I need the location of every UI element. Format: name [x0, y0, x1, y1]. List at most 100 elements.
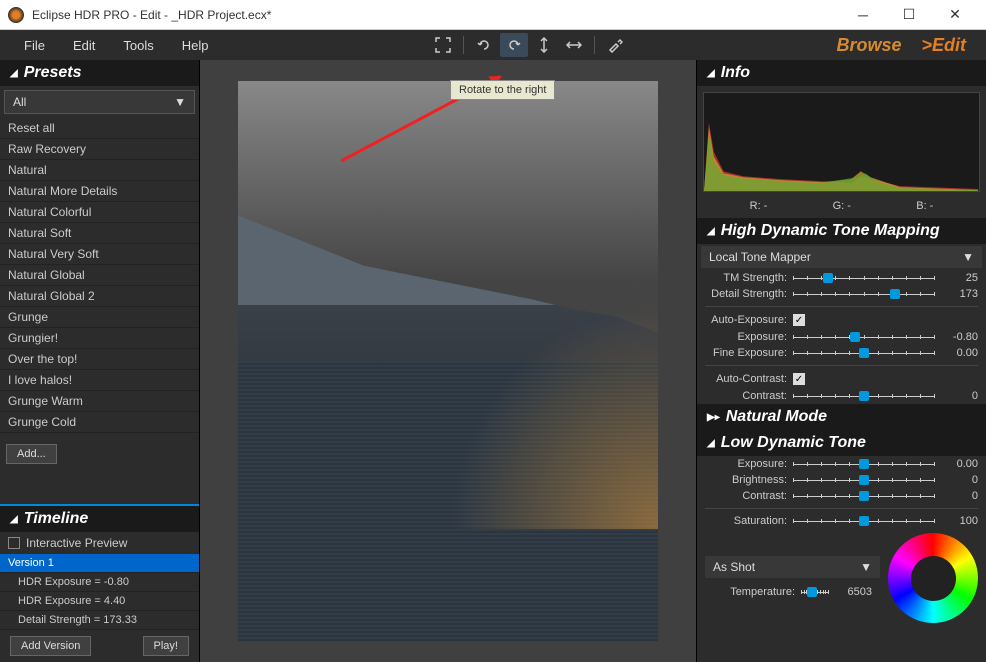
natural-mode-header[interactable]: ▸Natural Mode: [697, 404, 986, 430]
slider-thumb[interactable]: [807, 587, 817, 597]
slider-thumb[interactable]: [859, 475, 869, 485]
toolbar-tooltip: Rotate to the right: [450, 80, 555, 100]
slider-track[interactable]: [793, 347, 934, 359]
preset-item[interactable]: Grunge Cold: [0, 412, 199, 433]
menu-help[interactable]: Help: [168, 38, 223, 53]
preset-list: Reset allRaw RecoveryNaturalNatural More…: [0, 118, 199, 438]
preset-item[interactable]: Natural Colorful: [0, 202, 199, 223]
presets-filter-dropdown[interactable]: All▼: [4, 90, 195, 114]
slider-row: Fine Exposure:0.00: [697, 345, 986, 361]
slider-track[interactable]: [793, 515, 934, 527]
add-version-button[interactable]: Add Version: [10, 636, 91, 656]
slider-track[interactable]: [801, 586, 828, 598]
timeline-item[interactable]: Detail Strength = 173.33: [0, 611, 199, 630]
presets-header[interactable]: Presets: [0, 60, 199, 86]
checkbox[interactable]: ✓: [793, 373, 805, 385]
flip-horizontal-icon[interactable]: [560, 33, 588, 57]
info-header[interactable]: Info: [697, 60, 986, 86]
slider-label: Temperature:: [713, 586, 795, 598]
timeline-item[interactable]: Version 1: [0, 554, 199, 573]
slider-value: 25: [940, 272, 978, 284]
mode-switcher: Browse >Edit: [836, 35, 966, 56]
slider-label: Saturation:: [705, 515, 787, 527]
preset-item[interactable]: Grunge Warm: [0, 391, 199, 412]
rotate-right-icon[interactable]: [500, 33, 528, 57]
tone-mapper-dropdown[interactable]: Local Tone Mapper▼: [701, 246, 982, 268]
preset-item[interactable]: Natural Soft: [0, 223, 199, 244]
hdtm-header[interactable]: High Dynamic Tone Mapping: [697, 218, 986, 244]
flip-vertical-icon[interactable]: [530, 33, 558, 57]
timeline-item[interactable]: HDR Exposure = 4.40: [0, 592, 199, 611]
fit-screen-icon[interactable]: [429, 33, 457, 57]
preset-item[interactable]: Natural: [0, 160, 199, 181]
preview-image[interactable]: [238, 81, 658, 641]
slider-label: Contrast:: [705, 490, 787, 502]
checkbox[interactable]: ✓: [793, 314, 805, 326]
interactive-preview-checkbox[interactable]: [8, 537, 20, 549]
slider-thumb[interactable]: [859, 348, 869, 358]
slider-row: Detail Strength:173: [697, 286, 986, 302]
preset-item[interactable]: Raw Recovery: [0, 139, 199, 160]
slider-value: 0: [940, 390, 978, 402]
browse-mode-link[interactable]: Browse: [836, 35, 901, 56]
timeline-item[interactable]: HDR Exposure = -0.80: [0, 573, 199, 592]
preset-item[interactable]: Reset all: [0, 118, 199, 139]
preset-item[interactable]: I love halos!: [0, 370, 199, 391]
minimize-button[interactable]: ─: [840, 0, 886, 30]
slider-row: Saturation: 100: [697, 513, 986, 529]
slider-label: Contrast:: [705, 390, 787, 402]
slider-row: Exposure:-0.80: [697, 329, 986, 345]
slider-value: 100: [940, 515, 978, 527]
ldt-header[interactable]: Low Dynamic Tone: [697, 430, 986, 456]
maximize-button[interactable]: ☐: [886, 0, 932, 30]
menubar: FileEditToolsHelp Browse >Edit: [0, 30, 986, 60]
interactive-preview-row[interactable]: Interactive Preview: [0, 532, 199, 554]
slider-thumb[interactable]: [850, 332, 860, 342]
slider-label: Brightness:: [705, 474, 787, 486]
slider-row: TM Strength:25: [697, 270, 986, 286]
slider-row: Brightness: 0: [697, 472, 986, 488]
slider-track[interactable]: [793, 331, 934, 343]
edit-mode-link[interactable]: >Edit: [921, 35, 966, 56]
slider-track[interactable]: [793, 490, 934, 502]
close-button[interactable]: ✕: [932, 0, 978, 30]
slider-label: Fine Exposure:: [705, 347, 787, 359]
preset-item[interactable]: Grunge: [0, 307, 199, 328]
slider-thumb[interactable]: [823, 273, 833, 283]
rotate-left-icon[interactable]: [470, 33, 498, 57]
eyedropper-icon[interactable]: [601, 33, 629, 57]
preset-item[interactable]: Over the top!: [0, 349, 199, 370]
slider-thumb[interactable]: [859, 491, 869, 501]
slider-row: Contrast:0: [697, 488, 986, 504]
slider-thumb[interactable]: [859, 391, 869, 401]
slider-thumb[interactable]: [859, 516, 869, 526]
slider-track[interactable]: [793, 272, 934, 284]
slider-value: 0.00: [940, 458, 978, 470]
play-button[interactable]: Play!: [143, 636, 189, 656]
color-wheel[interactable]: [888, 533, 978, 623]
slider-row: Contrast: 0: [697, 388, 986, 404]
slider-value: 0: [940, 474, 978, 486]
slider-value: 6503: [834, 586, 872, 598]
slider-label: Detail Strength:: [705, 288, 787, 300]
menu-tools[interactable]: Tools: [109, 38, 167, 53]
timeline-header[interactable]: Timeline: [0, 506, 199, 532]
preset-item[interactable]: Natural Global 2: [0, 286, 199, 307]
window-title: Eclipse HDR PRO - Edit - _HDR Project.ec…: [32, 8, 840, 22]
white-balance-dropdown[interactable]: As Shot▼: [705, 556, 880, 578]
slider-track[interactable]: [793, 288, 934, 300]
preset-item[interactable]: Natural Global: [0, 265, 199, 286]
slider-track[interactable]: [793, 474, 934, 486]
slider-track[interactable]: [793, 390, 934, 402]
slider-row: Temperature: 6503: [705, 584, 880, 600]
preset-item[interactable]: Natural Very Soft: [0, 244, 199, 265]
slider-thumb[interactable]: [859, 459, 869, 469]
slider-thumb[interactable]: [890, 289, 900, 299]
menu-file[interactable]: File: [10, 38, 59, 53]
add-preset-button[interactable]: Add...: [6, 444, 57, 464]
preset-item[interactable]: Grungier!: [0, 328, 199, 349]
menu-edit[interactable]: Edit: [59, 38, 109, 53]
slider-track[interactable]: [793, 458, 934, 470]
preview-area: Rotate to the right: [200, 60, 696, 662]
preset-item[interactable]: Natural More Details: [0, 181, 199, 202]
